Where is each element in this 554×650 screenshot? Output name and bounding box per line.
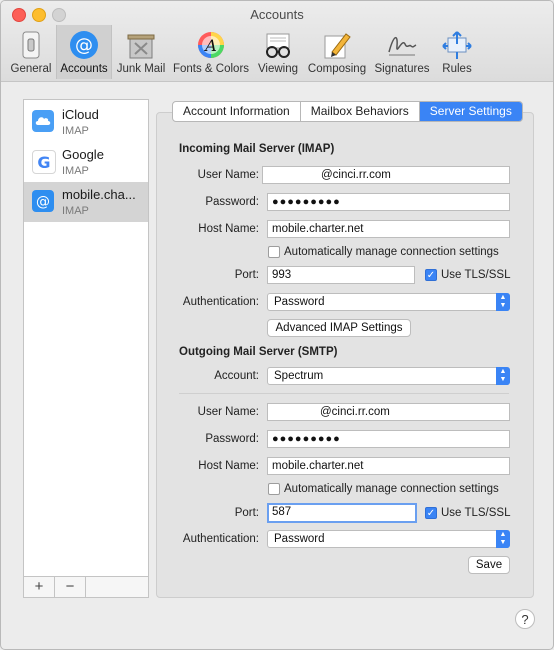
outgoing-password-label: Password: xyxy=(205,433,259,445)
incoming-heading: Incoming Mail Server (IMAP) xyxy=(179,143,335,155)
fonts-colors-icon: A xyxy=(195,29,227,61)
remove-account-button[interactable]: − xyxy=(55,577,86,597)
window-title: Accounts xyxy=(250,7,304,22)
tab-bar: Account Information Mailbox Behaviors Se… xyxy=(172,101,523,122)
outgoing-user-name-label: User Name: xyxy=(197,406,259,418)
outgoing-heading: Outgoing Mail Server (SMTP) xyxy=(179,346,338,358)
toolbar-composing[interactable]: Composing xyxy=(304,25,370,79)
junk-mail-icon xyxy=(125,29,157,61)
help-button[interactable]: ? xyxy=(515,609,535,629)
rules-icon xyxy=(441,29,473,61)
glasses-icon xyxy=(262,29,294,61)
outgoing-tls-label: Use TLS/SSL xyxy=(441,507,511,519)
incoming-host-name-label: Host Name: xyxy=(198,223,259,235)
outgoing-password-field[interactable]: ●●●●●●●●● xyxy=(267,430,510,448)
outgoing-tls-checkbox[interactable]: ✓ xyxy=(425,507,437,519)
at-sign-icon: @ xyxy=(32,190,54,212)
tab-mailbox-behaviors[interactable]: Mailbox Behaviors xyxy=(301,102,420,121)
toolbar-viewing[interactable]: Viewing xyxy=(252,25,304,79)
title-bar: Accounts General @ Accounts Junk Mail A … xyxy=(1,1,553,82)
outgoing-account-select[interactable]: Spectrum ▲ ▼ xyxy=(267,367,510,385)
incoming-password-field[interactable]: ●●●●●●●●● xyxy=(267,193,510,211)
svg-text:A: A xyxy=(203,36,217,55)
outgoing-auto-manage-label: Automatically manage connection settings xyxy=(284,483,499,495)
incoming-port-label: Port: xyxy=(234,269,259,281)
toolbar-accounts[interactable]: @ Accounts xyxy=(56,25,112,79)
outgoing-user-name-field[interactable]: @cinci.rr.com xyxy=(267,403,510,421)
toolbar-signatures[interactable]: Signatures xyxy=(370,25,434,79)
toolbar-fonts-colors[interactable]: A Fonts & Colors xyxy=(170,25,252,79)
outgoing-auth-select[interactable]: Password ▲ ▼ xyxy=(267,530,510,548)
outgoing-auth-label: Authentication: xyxy=(182,533,259,545)
icloud-icon xyxy=(32,110,54,132)
outgoing-port-label: Port: xyxy=(234,507,259,519)
svg-text:@: @ xyxy=(36,194,50,210)
svg-text:G: G xyxy=(37,153,50,172)
toolbar-junk-mail[interactable]: Junk Mail xyxy=(112,25,170,79)
account-item-mobile-charter[interactable]: @ mobile.cha... IMAP xyxy=(24,182,148,222)
account-item-icloud[interactable]: iCloud IMAP xyxy=(24,102,148,142)
incoming-tls-label: Use TLS/SSL xyxy=(441,269,511,281)
incoming-auto-manage-label: Automatically manage connection settings xyxy=(284,246,499,258)
google-icon: G xyxy=(32,150,56,174)
preferences-toolbar: General @ Accounts Junk Mail A Fonts & C… xyxy=(6,25,480,81)
tab-server-settings[interactable]: Server Settings xyxy=(419,102,522,121)
outgoing-host-name-field[interactable]: mobile.charter.net xyxy=(267,457,510,475)
incoming-user-name-field[interactable]: @cinci.rr.com xyxy=(262,166,510,184)
account-item-google[interactable]: G Google IMAP xyxy=(24,142,148,182)
toolbar-rules[interactable]: Rules xyxy=(434,25,480,79)
tab-account-information[interactable]: Account Information xyxy=(173,102,301,121)
toolbar-general[interactable]: General xyxy=(6,25,56,79)
section-divider xyxy=(179,393,509,394)
accounts-list: iCloud IMAP G Google IMAP @ mobile.cha..… xyxy=(23,99,149,598)
chevron-up-down-icon: ▲ ▼ xyxy=(496,367,510,385)
incoming-user-name-label: User Name: xyxy=(197,169,259,181)
incoming-auth-label: Authentication: xyxy=(182,296,259,308)
advanced-imap-settings-button[interactable]: Advanced IMAP Settings xyxy=(267,319,411,337)
incoming-auto-manage-checkbox[interactable] xyxy=(268,246,280,258)
preferences-window: Accounts General @ Accounts Junk Mail A … xyxy=(0,0,554,650)
outgoing-account-label: Account: xyxy=(214,370,259,382)
sidebar-button-bar: + − xyxy=(24,576,148,597)
outgoing-host-name-label: Host Name: xyxy=(198,460,259,472)
at-sign-icon: @ xyxy=(68,29,100,61)
incoming-tls-checkbox[interactable]: ✓ xyxy=(425,269,437,281)
signature-icon xyxy=(386,29,418,61)
general-switch-icon xyxy=(15,29,47,61)
add-account-button[interactable]: + xyxy=(24,577,55,597)
outgoing-port-field[interactable]: 587 xyxy=(267,503,417,523)
save-button[interactable]: Save xyxy=(468,556,510,574)
outgoing-auto-manage-checkbox[interactable] xyxy=(268,483,280,495)
chevron-up-down-icon: ▲ ▼ xyxy=(496,293,510,311)
incoming-password-label: Password: xyxy=(205,196,259,208)
svg-text:@: @ xyxy=(75,35,93,56)
chevron-up-down-icon: ▲ ▼ xyxy=(496,530,510,548)
incoming-port-field[interactable]: 993 xyxy=(267,266,415,284)
incoming-host-name-field[interactable]: mobile.charter.net xyxy=(267,220,510,238)
pencil-icon xyxy=(321,29,353,61)
incoming-auth-select[interactable]: Password ▲ ▼ xyxy=(267,293,510,311)
